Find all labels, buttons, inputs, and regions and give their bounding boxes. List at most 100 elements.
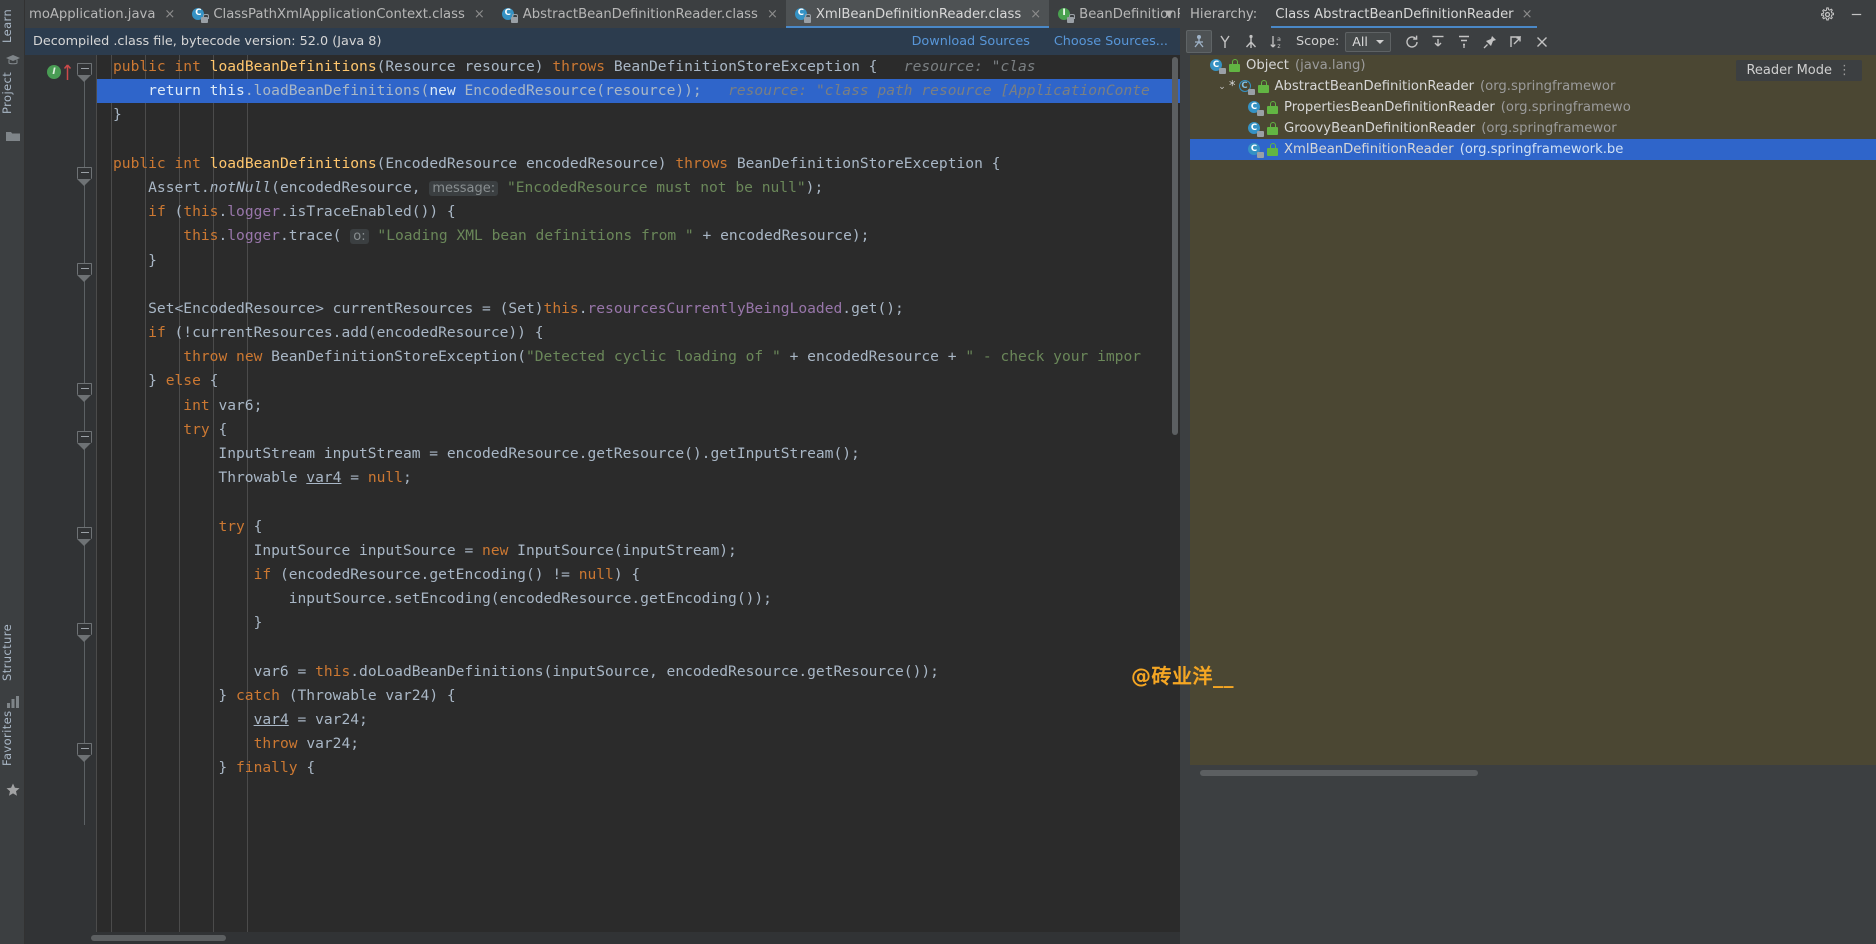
scrollbar-thumb[interactable] xyxy=(1200,770,1478,776)
editor-horizontal-scrollbar[interactable] xyxy=(25,932,1180,944)
code-line[interactable]: if (!currentResources.add(encodedResourc… xyxy=(97,321,1180,345)
editor-gutter[interactable]: I xyxy=(25,55,97,944)
close-icon[interactable]: × xyxy=(474,7,485,22)
code-line[interactable]: Throwable var4 = null; xyxy=(97,466,1180,490)
editor-tab-3[interactable]: C XmlBeanDefinitionReader.class × xyxy=(785,0,1050,28)
code-line[interactable]: } finally { xyxy=(97,756,1180,780)
subtypes-hierarchy-icon[interactable] xyxy=(1186,30,1212,53)
fold-column xyxy=(72,55,97,944)
editor-tab-1[interactable]: C ClassPathXmlApplicationContext.class × xyxy=(183,0,492,28)
fold-marker[interactable] xyxy=(77,167,92,186)
download-sources-link[interactable]: Download Sources xyxy=(912,34,1030,49)
close-icon[interactable]: × xyxy=(767,7,778,22)
close-icon[interactable]: × xyxy=(1030,7,1041,22)
lock-icon xyxy=(1266,122,1279,135)
code-line[interactable]: Set<EncodedResource> currentResources = … xyxy=(97,297,1180,321)
code-line[interactable]: public int loadBeanDefinitions(Resource … xyxy=(97,55,1180,79)
class-icon: C xyxy=(1248,121,1264,137)
code-line[interactable]: return this.loadBeanDefinitions(new Enco… xyxy=(97,79,1180,104)
sidebar-item-structure[interactable]: Structure xyxy=(0,612,25,692)
code-line[interactable]: InputStream inputStream = encodedResourc… xyxy=(97,442,1180,466)
scope-select[interactable]: All xyxy=(1345,31,1391,52)
hierarchy-tree-row[interactable]: C XmlBeanDefinitionReader (org.springframe… xyxy=(1190,139,1876,160)
close-icon[interactable]: × xyxy=(1522,7,1533,22)
code-line[interactable]: } xyxy=(97,611,1180,635)
code-line[interactable]: int var6; xyxy=(97,394,1180,418)
editor-vertical-scrollbar[interactable] xyxy=(1170,55,1180,944)
chevron-down-icon[interactable]: ⌄ xyxy=(1215,80,1229,94)
code-line[interactable]: public int loadBeanDefinitions(EncodedRe… xyxy=(97,152,1180,176)
scrollbar-thumb[interactable] xyxy=(91,935,226,941)
code-line[interactable]: throw var24; xyxy=(97,732,1180,756)
close-icon[interactable]: × xyxy=(164,7,175,22)
code-line[interactable]: InputSource inputSource = new InputSourc… xyxy=(97,539,1180,563)
export-icon[interactable] xyxy=(1425,30,1451,53)
code-line[interactable]: if (this.logger.isTraceEnabled()) { xyxy=(97,200,1180,224)
code-line[interactable]: var4 = var24; xyxy=(97,708,1180,732)
code-line[interactable]: } catch (Throwable var24) { xyxy=(97,684,1180,708)
fold-marker[interactable] xyxy=(77,383,92,402)
fold-marker[interactable] xyxy=(77,623,92,642)
expand-collapse-icon[interactable] xyxy=(1451,30,1477,53)
reader-mode-chip[interactable]: Reader Mode ⋮ xyxy=(1736,60,1862,81)
code-line[interactable]: Assert.notNull(encodedResource, message:… xyxy=(97,176,1180,200)
gear-icon[interactable] xyxy=(1820,6,1835,22)
fold-marker[interactable] xyxy=(77,527,92,546)
code-content[interactable]: public int loadBeanDefinitions(Resource … xyxy=(97,55,1180,944)
hierarchy-tab-label: Class AbstractBeanDefinitionReader xyxy=(1275,6,1514,22)
hierarchy-tab[interactable]: Class AbstractBeanDefinitionReader × xyxy=(1271,0,1537,28)
fold-marker[interactable] xyxy=(77,63,92,82)
pin-icon[interactable] xyxy=(1477,30,1503,53)
editor-tab-0[interactable]: moApplication.java × xyxy=(25,0,183,28)
minimize-icon[interactable] xyxy=(1849,7,1864,22)
code-line[interactable]: inputSource.setEncoding(encodedResource.… xyxy=(97,587,1180,611)
subtypes-and-supertypes-icon[interactable] xyxy=(1238,30,1264,53)
open-in-new-window-icon[interactable] xyxy=(1503,30,1529,53)
code-line[interactable]: this.logger.trace( o: "Loading XML bean … xyxy=(97,224,1180,248)
sidebar-item-favorites[interactable]: Favorites xyxy=(0,700,25,776)
svg-text:z: z xyxy=(1277,42,1281,50)
sort-alphabetically-icon[interactable]: az xyxy=(1264,30,1290,53)
class-icon: C xyxy=(794,7,812,23)
choose-sources-link[interactable]: Choose Sources... xyxy=(1054,34,1168,49)
code-line[interactable] xyxy=(97,273,1180,297)
scrollbar-thumb[interactable] xyxy=(1172,57,1178,435)
hierarchy-package-name: (org.springframewor xyxy=(1480,79,1616,94)
code-line[interactable]: } xyxy=(97,249,1180,273)
code-line[interactable]: try { xyxy=(97,418,1180,442)
sidebar-item-project[interactable]: Project xyxy=(0,62,25,124)
refresh-icon[interactable] xyxy=(1399,30,1425,53)
chevron-down-icon[interactable]: ▼ xyxy=(1158,0,1180,28)
hierarchy-package-name: (java.lang) xyxy=(1294,58,1366,73)
code-line[interactable] xyxy=(97,128,1180,152)
code-line[interactable]: } xyxy=(97,103,1180,127)
code-editor[interactable]: I public int loadBeanDefinitions(Resourc… xyxy=(25,55,1180,944)
code-line[interactable]: throw new BeanDefinitionStoreException("… xyxy=(97,345,1180,369)
code-line[interactable]: } else { xyxy=(97,369,1180,393)
class-icon: C xyxy=(1210,58,1226,74)
code-line[interactable]: if (encodedResource.getEncoding() != nul… xyxy=(97,563,1180,587)
implementing-method-icon[interactable]: I xyxy=(47,64,72,81)
hierarchy-horizontal-scrollbar[interactable] xyxy=(1190,767,1876,779)
code-line[interactable]: try { xyxy=(97,515,1180,539)
code-line[interactable] xyxy=(97,490,1180,514)
hierarchy-tree-row[interactable]: C GroovyBeanDefinitionReader (org.springfr… xyxy=(1190,118,1876,139)
sidebar-item-learn[interactable]: Learn xyxy=(0,2,25,50)
hierarchy-class-name: Object xyxy=(1246,58,1289,73)
fold-marker[interactable] xyxy=(77,431,92,450)
close-icon[interactable] xyxy=(1529,30,1555,53)
reader-mode-more-icon[interactable]: ⋮ xyxy=(1838,63,1852,78)
fold-marker[interactable] xyxy=(77,263,92,282)
code-line[interactable]: var6 = this.doLoadBeanDefinitions(inputS… xyxy=(97,660,1180,684)
fold-marker[interactable] xyxy=(77,743,92,762)
supertypes-hierarchy-icon[interactable] xyxy=(1212,30,1238,53)
hierarchy-tree-row[interactable]: C PropertiesBeanDefinitionReader (org.spri… xyxy=(1190,97,1876,118)
lock-icon xyxy=(1228,59,1241,72)
hierarchy-package-name: (org.springframewor xyxy=(1481,121,1617,136)
code-line[interactable] xyxy=(97,636,1180,660)
editor-tab-2[interactable]: C AbstractBeanDefinitionReader.class × xyxy=(493,0,786,28)
hierarchy-tree[interactable]: C Object (java.lang) ⌄ * C AbstractBeanDefinit… xyxy=(1190,55,1876,765)
